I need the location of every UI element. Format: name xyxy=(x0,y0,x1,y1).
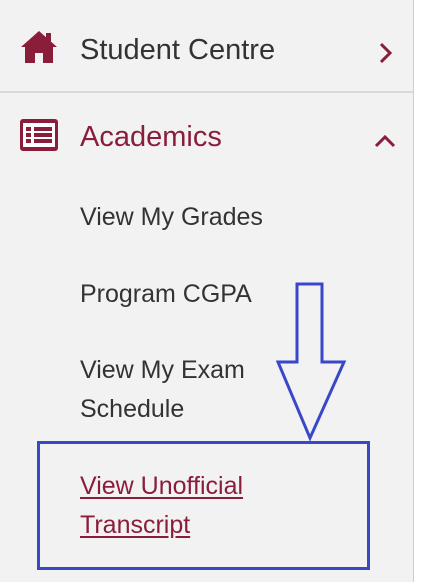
sub-link-program-cgpa[interactable]: Program CGPA xyxy=(80,275,252,314)
scrollbar-track[interactable] xyxy=(413,0,424,582)
list-icon xyxy=(20,119,58,151)
highlight-box xyxy=(37,441,370,570)
down-arrow-icon xyxy=(276,282,347,442)
home-icon xyxy=(21,31,57,63)
sub-link-view-my-exam-schedule[interactable]: View My Exam Schedule xyxy=(80,351,245,429)
nav-label-student-centre: Student Centre xyxy=(80,34,276,66)
sub-link-label: Program CGPA xyxy=(80,280,252,308)
nav-item-student-centre[interactable]: Student Centre xyxy=(0,5,413,93)
sidebar-menu: Student Centre Academics View My Grades … xyxy=(0,0,424,582)
nav-item-academics[interactable]: Academics xyxy=(0,93,413,181)
chevron-right-icon[interactable] xyxy=(373,41,397,65)
chevron-up-icon[interactable] xyxy=(373,129,397,153)
nav-label-academics: Academics xyxy=(80,121,222,153)
sub-link-label-line1: View My Exam xyxy=(80,356,245,384)
sub-link-label-line2: Schedule xyxy=(80,395,185,423)
sub-link-label: View My Grades xyxy=(80,203,263,231)
sub-link-view-my-grades[interactable]: View My Grades xyxy=(80,198,263,237)
